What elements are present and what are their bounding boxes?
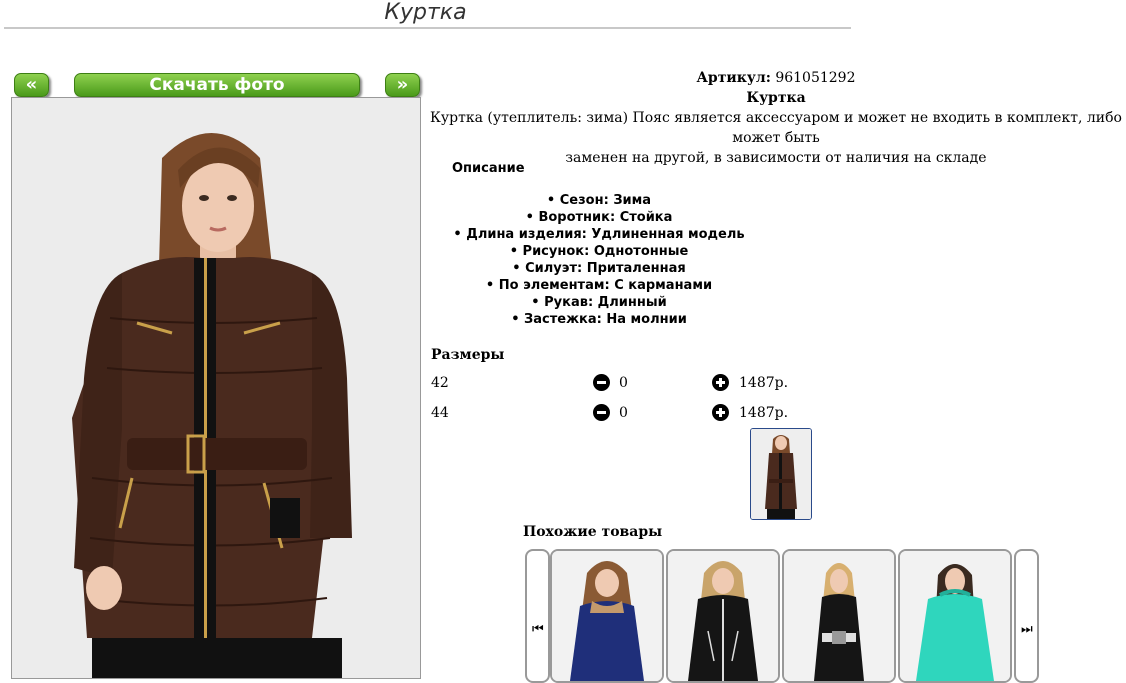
previous-photo-button[interactable]: «	[14, 73, 49, 97]
article-label: Артикул:	[696, 70, 771, 86]
features-list: • Сезон: Зима • Воротник: Стойка • Длина…	[430, 192, 768, 328]
skip-back-icon: ⏮	[532, 622, 544, 637]
download-photo-button[interactable]: Скачать фото	[74, 73, 360, 97]
page-title: Куртка	[384, 0, 467, 25]
next-photo-button[interactable]: »	[385, 73, 420, 97]
minus-icon[interactable]	[593, 404, 610, 421]
size-label: 44	[431, 405, 449, 421]
size-label: 42	[431, 375, 449, 391]
price-value: 1487р.	[739, 375, 789, 391]
size-row-44: 44 0 1487р.	[431, 403, 791, 423]
product-info: Артикул: 961051292 Куртка Куртка (утепли…	[426, 68, 1126, 168]
sizes-title: Размеры	[431, 347, 505, 363]
product-thumbnail[interactable]	[750, 428, 812, 520]
feature-item: • Рукав: Длинный	[531, 295, 667, 310]
article-line: Артикул: 961051292	[426, 68, 1126, 88]
feature-item: • Рисунок: Однотонные	[509, 244, 689, 259]
price-value: 1487р.	[739, 405, 789, 421]
feature-item: • По элементам: С карманами	[485, 278, 713, 293]
product-note-line-2: заменен на другой, в зависимости от нали…	[565, 150, 987, 166]
minus-icon[interactable]	[593, 374, 610, 391]
feature-item: • Силуэт: Приталенная	[512, 261, 686, 276]
woman-black-belted-jacket-image	[784, 551, 894, 681]
woman-brown-jacket-image	[12, 98, 420, 678]
title-divider	[4, 27, 851, 29]
feature-item: • Длина изделия: Удлиненная модель	[453, 227, 745, 242]
skip-forward-icon: ⏭	[1021, 622, 1033, 637]
size-row-42: 42 0 1487р.	[431, 373, 791, 393]
plus-icon[interactable]	[712, 404, 729, 421]
feature-item: • Воротник: Стойка	[525, 210, 673, 225]
similar-products-title: Похожие товары	[523, 524, 663, 540]
woman-navy-jacket-image	[552, 551, 662, 681]
thumbnail-image	[751, 429, 811, 519]
woman-mint-jacket-image	[900, 551, 1010, 681]
feature-item: • Застежка: На молнии	[511, 312, 687, 327]
plus-icon[interactable]	[712, 374, 729, 391]
main-product-photo	[11, 97, 421, 679]
article-value: 961051292	[775, 70, 856, 86]
quantity-value: 0	[619, 405, 628, 421]
quantity-value: 0	[619, 375, 628, 391]
description-title: Описание	[452, 161, 525, 176]
product-note-line-1: Куртка (утеплитель: зима) Пояс является …	[430, 110, 1122, 146]
woman-black-jacket-image	[668, 551, 778, 681]
feature-item: • Сезон: Зима	[546, 193, 652, 208]
product-name: Куртка	[746, 90, 806, 106]
